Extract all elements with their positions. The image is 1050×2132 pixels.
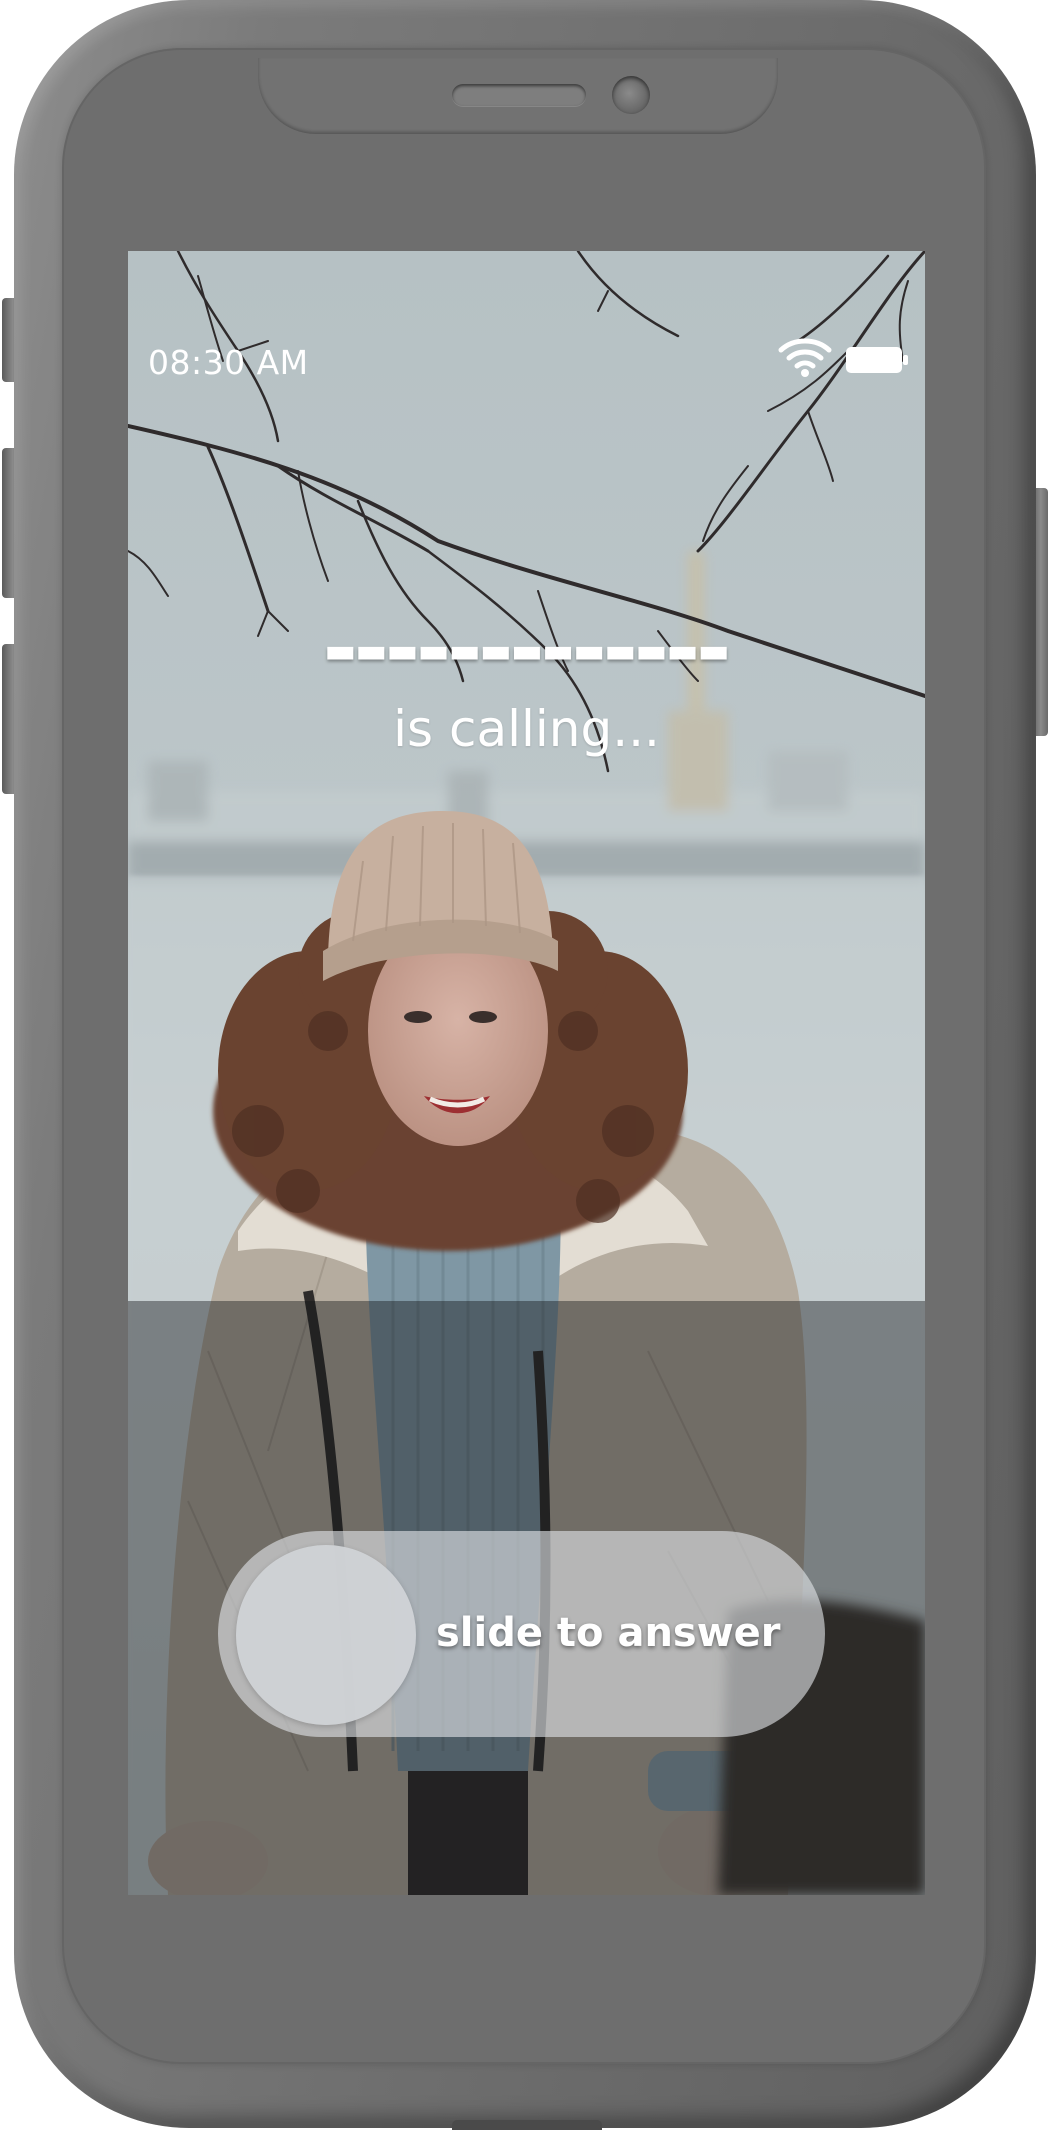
status-time: 08:30 AM <box>148 343 309 382</box>
bottom-port <box>452 2120 602 2130</box>
incoming-call-screen: 08:30 AM ▬▬▬▬▬▬▬▬▬▬▬▬▬ is calling... sli… <box>128 251 925 1895</box>
caller-name: ▬▬▬▬▬▬▬▬▬▬▬▬▬ <box>324 631 730 671</box>
earpiece-speaker <box>452 84 586 106</box>
front-camera <box>612 76 650 114</box>
phone-mockup: 08:30 AM ▬▬▬▬▬▬▬▬▬▬▬▬▬ is calling... sli… <box>0 0 1050 2132</box>
battery-full-icon <box>846 347 908 373</box>
answer-slider-knob[interactable] <box>236 1545 416 1725</box>
slide-to-answer-label: slide to answer <box>436 1610 781 1656</box>
wifi-icon <box>778 338 832 377</box>
calling-status: is calling... <box>393 700 660 758</box>
